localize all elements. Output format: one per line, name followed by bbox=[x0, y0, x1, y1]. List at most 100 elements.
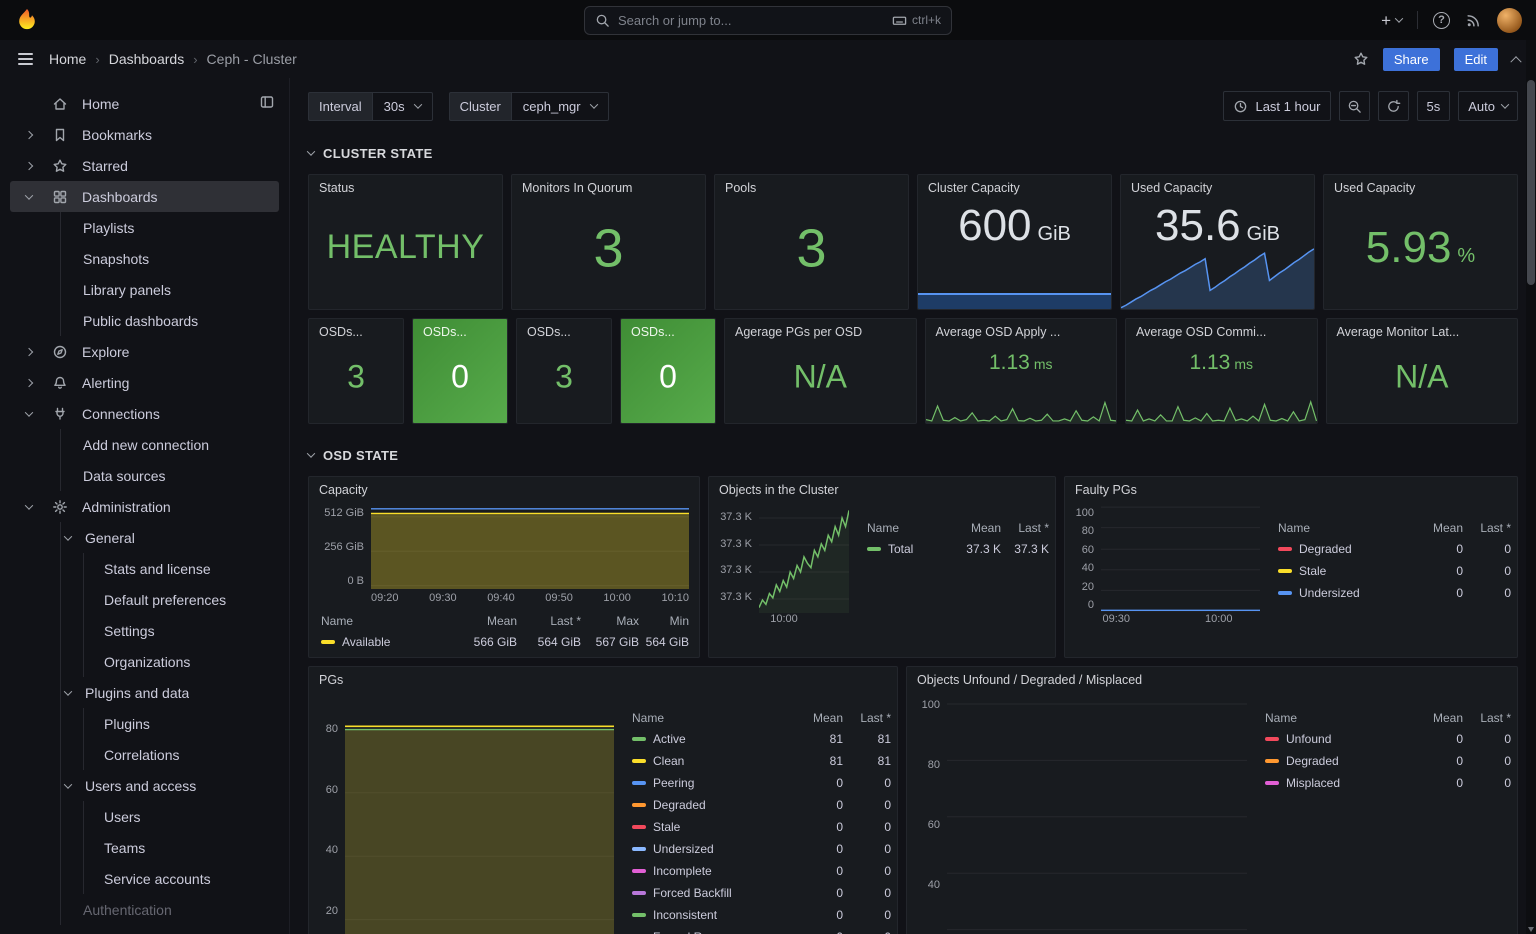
search-input[interactable] bbox=[618, 13, 884, 28]
sidebar-item-users[interactable]: Users bbox=[84, 801, 279, 832]
sidebar-item-snapshots[interactable]: Snapshots bbox=[61, 243, 279, 274]
sidebar-item-teams[interactable]: Teams bbox=[84, 832, 279, 863]
series-name[interactable]: Clean bbox=[653, 754, 684, 768]
series-name[interactable]: Inconsistent bbox=[653, 908, 717, 922]
legend-header[interactable]: Mean bbox=[1405, 521, 1463, 535]
sidebar-item-library-panels[interactable]: Library panels bbox=[61, 274, 279, 305]
sidebar-item-stats-and-license[interactable]: Stats and license bbox=[84, 553, 279, 584]
sidebar-item-dashboards[interactable]: Dashboards bbox=[10, 181, 279, 212]
news-button[interactable] bbox=[1465, 12, 1482, 29]
panel-title[interactable]: Status bbox=[309, 175, 502, 199]
chevron-down-icon[interactable] bbox=[25, 408, 33, 416]
refresh-interval-button[interactable]: 5s bbox=[1417, 91, 1451, 121]
panel-title[interactable]: OSDs... bbox=[517, 319, 611, 343]
legend-row[interactable]: Stale 0 0 bbox=[632, 816, 891, 838]
capacity-chart[interactable] bbox=[371, 505, 689, 589]
objects-chart[interactable] bbox=[759, 505, 849, 613]
panel-title[interactable]: OSDs... bbox=[413, 319, 507, 343]
sidebar-item-playlists[interactable]: Playlists bbox=[61, 212, 279, 243]
chevron-down-icon[interactable] bbox=[25, 191, 33, 199]
zoom-out-button[interactable] bbox=[1339, 91, 1370, 121]
legend-row[interactable]: Inconsistent 0 0 bbox=[632, 904, 891, 926]
legend-header[interactable]: Last * bbox=[517, 614, 581, 628]
chevron-right-icon[interactable] bbox=[25, 378, 33, 386]
chevron-down-icon[interactable] bbox=[64, 687, 72, 695]
series-name[interactable]: Misplaced bbox=[1286, 776, 1340, 790]
legend-row[interactable]: Undersized 0 0 bbox=[632, 838, 891, 860]
legend-header[interactable]: Max bbox=[581, 614, 639, 628]
legend-row[interactable]: Forced Recovery 0 0 bbox=[632, 926, 891, 934]
collapse-header-icon[interactable] bbox=[1510, 56, 1521, 67]
dock-sidebar-icon[interactable] bbox=[259, 94, 275, 110]
legend-row[interactable]: Peering 0 0 bbox=[632, 772, 891, 794]
sidebar-item-starred[interactable]: Starred bbox=[10, 150, 279, 181]
chevron-right-icon[interactable] bbox=[25, 161, 33, 169]
sidebar-item-users-and-access[interactable]: Users and access bbox=[61, 770, 279, 801]
panel-title[interactable]: Average Monitor Lat... bbox=[1327, 319, 1518, 343]
breadcrumb-dashboards[interactable]: Dashboards bbox=[109, 51, 185, 67]
series-name[interactable]: Stale bbox=[653, 820, 680, 834]
sidebar-item-plugins[interactable]: Plugins bbox=[84, 708, 279, 739]
panel-title[interactable]: Capacity bbox=[309, 477, 699, 501]
legend-header[interactable]: Last * bbox=[1463, 711, 1511, 725]
legend-header[interactable]: Name bbox=[1278, 521, 1405, 535]
share-button[interactable]: Share bbox=[1383, 48, 1440, 71]
panel-title[interactable]: PGs bbox=[309, 667, 897, 691]
legend-header[interactable]: Mean bbox=[453, 614, 517, 628]
legend-header[interactable]: Last * bbox=[1463, 521, 1511, 535]
faulty-pgs-chart[interactable] bbox=[1101, 505, 1260, 613]
panel-title[interactable]: Cluster Capacity bbox=[918, 175, 1111, 199]
panel-title[interactable]: Monitors In Quorum bbox=[512, 175, 705, 199]
legend-row[interactable]: Unfound 0 0 bbox=[1265, 728, 1511, 750]
legend-row[interactable]: Active 81 81 bbox=[632, 728, 891, 750]
legend-row[interactable]: Undersized 0 0 bbox=[1278, 582, 1511, 604]
series-name[interactable]: Incomplete bbox=[653, 864, 712, 878]
series-name[interactable]: Forced Recovery bbox=[653, 930, 744, 934]
breadcrumb-home[interactable]: Home bbox=[49, 51, 86, 67]
series-name[interactable]: Active bbox=[653, 732, 686, 746]
series-name[interactable]: Degraded bbox=[1299, 542, 1352, 556]
scroll-down-arrow[interactable] bbox=[1528, 927, 1534, 932]
edit-button[interactable]: Edit bbox=[1454, 48, 1498, 71]
series-name[interactable]: Degraded bbox=[653, 798, 706, 812]
legend-row[interactable]: Degraded 0 0 bbox=[1278, 538, 1511, 560]
refresh-button[interactable] bbox=[1378, 91, 1409, 121]
favorite-star-icon[interactable] bbox=[1353, 51, 1369, 67]
sidebar-item-add-new-connection[interactable]: Add new connection bbox=[61, 429, 279, 460]
sidebar-item-bookmarks[interactable]: Bookmarks bbox=[10, 119, 279, 150]
legend-row[interactable]: Degraded 0 0 bbox=[632, 794, 891, 816]
sidebar-item-plugins-and-data[interactable]: Plugins and data bbox=[61, 677, 279, 708]
legend-header[interactable]: Last * bbox=[1001, 521, 1049, 535]
add-menu-button[interactable]: + bbox=[1381, 12, 1402, 29]
scrollbar-thumb[interactable] bbox=[1527, 80, 1535, 285]
time-range-picker[interactable]: Last 1 hour bbox=[1223, 91, 1330, 121]
sidebar-item-correlations[interactable]: Correlations bbox=[84, 739, 279, 770]
series-name[interactable]: Undersized bbox=[653, 842, 714, 856]
section-cluster-state[interactable]: CLUSTER STATE bbox=[308, 138, 1518, 168]
sidebar-item-data-sources[interactable]: Data sources bbox=[61, 460, 279, 491]
interval-variable-select[interactable]: Interval 30s bbox=[308, 92, 433, 121]
auto-refresh-select[interactable]: Auto bbox=[1458, 91, 1518, 121]
sidebar-item-organizations[interactable]: Organizations bbox=[84, 646, 279, 677]
sidebar-item-connections[interactable]: Connections bbox=[10, 398, 279, 429]
legend-row[interactable]: Available 566 GiB 564 GiB 567 GiB 564 Gi… bbox=[321, 631, 689, 653]
panel-title[interactable]: Average OSD Apply ... bbox=[926, 319, 1117, 343]
chevron-right-icon[interactable] bbox=[25, 130, 33, 138]
series-name[interactable]: Available bbox=[342, 635, 390, 649]
legend-row[interactable]: Forced Backfill 0 0 bbox=[632, 882, 891, 904]
panel-title[interactable]: OSDs... bbox=[309, 319, 403, 343]
series-name[interactable]: Forced Backfill bbox=[653, 886, 732, 900]
legend-header[interactable]: Mean bbox=[1405, 711, 1463, 725]
sidebar-item-general[interactable]: General bbox=[61, 522, 279, 553]
series-name[interactable]: Peering bbox=[653, 776, 694, 790]
legend-header[interactable]: Mean bbox=[785, 711, 843, 725]
panel-title[interactable]: Objects in the Cluster bbox=[709, 477, 1055, 501]
series-name[interactable]: Total bbox=[888, 542, 913, 556]
legend-header[interactable]: Mean bbox=[943, 521, 1001, 535]
sidebar-item-administration[interactable]: Administration bbox=[10, 491, 279, 522]
cluster-variable-select[interactable]: Cluster ceph_mgr bbox=[449, 92, 609, 121]
legend-header[interactable]: Name bbox=[632, 711, 785, 725]
unfound-chart[interactable] bbox=[947, 695, 1247, 934]
legend-row[interactable]: Clean 81 81 bbox=[632, 750, 891, 772]
grafana-logo[interactable] bbox=[14, 7, 40, 33]
